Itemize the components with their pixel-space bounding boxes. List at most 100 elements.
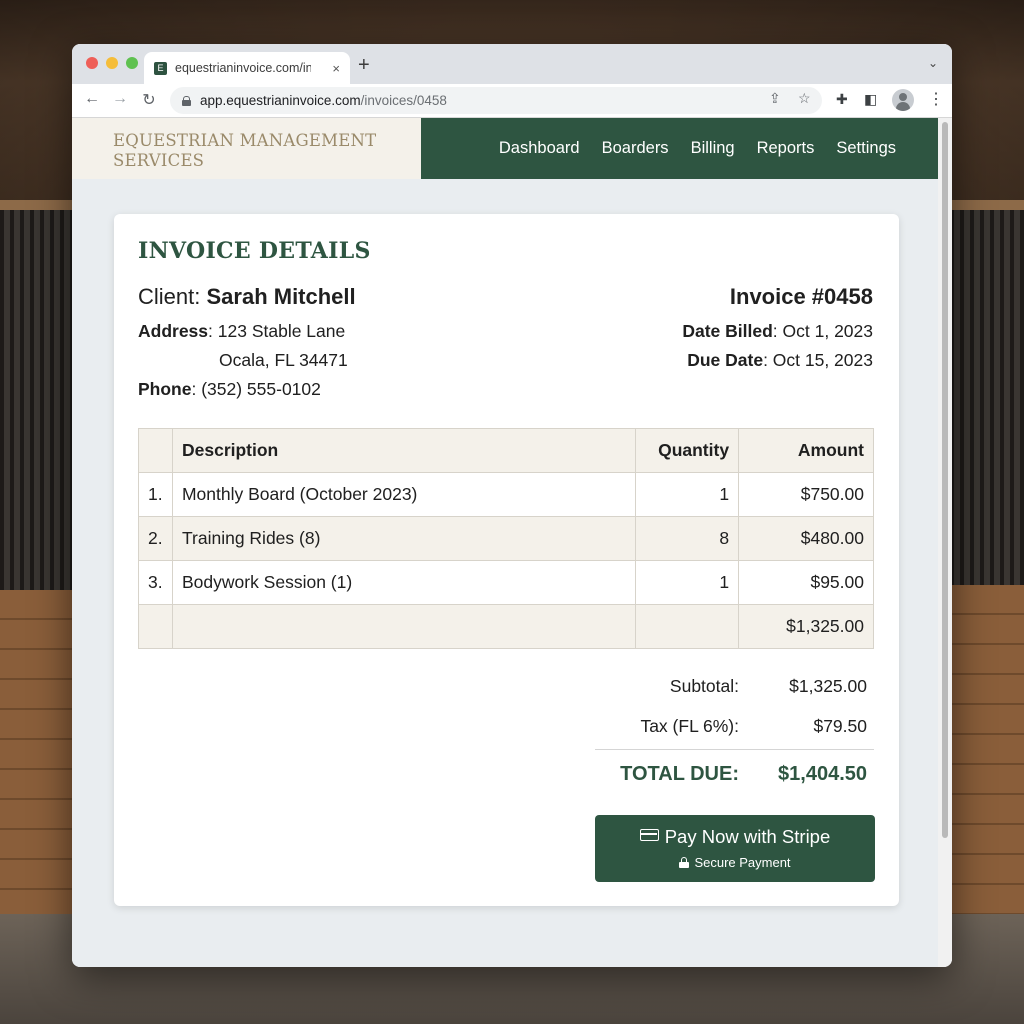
profile-avatar[interactable] bbox=[892, 89, 914, 111]
row-description: Bodywork Session (1) bbox=[171, 560, 637, 605]
secure-payment-label: Secure Payment bbox=[694, 855, 791, 870]
tax-value: $79.50 bbox=[813, 716, 867, 736]
nav-settings[interactable]: Settings bbox=[836, 139, 896, 158]
client-line: Client: Sarah Mitchell bbox=[138, 284, 356, 310]
row-index: 1. bbox=[138, 472, 173, 517]
page-title: INVOICE DETAILS bbox=[138, 238, 371, 264]
side-panel-icon[interactable]: ◧ bbox=[864, 91, 877, 108]
browser-window: E equestrianinvoice.com/invc × + ⌄ ← → ↻… bbox=[72, 44, 952, 967]
due-date-line: Due Date: Oct 15, 2023 bbox=[687, 350, 873, 371]
phone-label: Phone bbox=[138, 379, 192, 399]
address-line-2: Ocala, FL 34471 bbox=[219, 350, 348, 370]
site-header: EQUESTRIAN MANAGEMENT SERVICES Dashboard… bbox=[72, 118, 938, 179]
browser-tab[interactable]: E equestrianinvoice.com/invc × bbox=[144, 52, 350, 84]
forward-arrow-icon[interactable]: → bbox=[110, 90, 130, 108]
phone-value: : (352) 555-0102 bbox=[191, 379, 321, 399]
footer-total: $1,325.00 bbox=[738, 604, 874, 649]
extensions-puzzle-icon[interactable]: ✚ bbox=[836, 91, 848, 108]
row-quantity: 1 bbox=[635, 472, 740, 517]
table-row: 3. Bodywork Session (1) 1 $95.00 bbox=[138, 560, 874, 605]
header-index bbox=[138, 428, 173, 473]
subtotal-value: $1,325.00 bbox=[789, 676, 867, 696]
back-arrow-icon[interactable]: ← bbox=[82, 90, 102, 108]
client-label: Client: bbox=[138, 284, 201, 309]
footer-empty-cell bbox=[635, 604, 740, 649]
url-path: /invoices/0458 bbox=[360, 93, 447, 108]
address-line-1: Address: 123 Stable Lane bbox=[138, 321, 345, 342]
credit-card-icon bbox=[639, 829, 659, 841]
header-description: Description bbox=[171, 428, 637, 473]
table-header-row: Description Quantity Amount bbox=[138, 428, 874, 473]
total-due-value: $1,404.50 bbox=[778, 763, 867, 785]
table-footer-row: $1,325.00 bbox=[138, 604, 874, 649]
brand-line-1: EQUESTRIAN MANAGEMENT bbox=[113, 131, 377, 150]
row-index: 3. bbox=[138, 560, 173, 605]
address-label: Address bbox=[138, 321, 209, 341]
lock-icon bbox=[182, 95, 191, 106]
url-text: app.equestrianinvoice.com/invoices/0458 bbox=[200, 93, 447, 108]
table-row: 1. Monthly Board (October 2023) 1 $750.0… bbox=[138, 472, 874, 517]
maximize-window-button[interactable] bbox=[126, 57, 138, 69]
pay-now-button[interactable]: Pay Now with Stripe Secure Payment bbox=[595, 815, 875, 882]
pay-now-label: Pay Now with Stripe bbox=[664, 826, 831, 847]
browser-menu-icon[interactable]: ⋮ bbox=[928, 89, 944, 109]
tab-close-icon[interactable]: × bbox=[332, 61, 340, 76]
phone-line: Phone: (352) 555-0102 bbox=[138, 379, 321, 400]
row-index: 2. bbox=[138, 516, 173, 561]
total-due-label: TOTAL DUE: bbox=[620, 763, 739, 785]
tab-title: equestrianinvoice.com/invc bbox=[175, 61, 311, 75]
date-billed-value: : Oct 1, 2023 bbox=[772, 321, 873, 341]
page-content: EQUESTRIAN MANAGEMENT SERVICES Dashboard… bbox=[72, 118, 938, 967]
row-description: Monthly Board (October 2023) bbox=[171, 472, 637, 517]
page-scrollbar[interactable] bbox=[938, 118, 952, 967]
url-host: app.equestrianinvoice.com bbox=[200, 93, 361, 108]
row-amount: $480.00 bbox=[738, 516, 874, 561]
row-amount: $750.00 bbox=[738, 472, 874, 517]
nav-dashboard[interactable]: Dashboard bbox=[499, 139, 580, 158]
brand-line-2: SERVICES bbox=[113, 151, 205, 170]
date-billed-line: Date Billed: Oct 1, 2023 bbox=[682, 321, 873, 342]
address-bar: ← → ↻ app.equestrianinvoice.com/invoices… bbox=[72, 84, 952, 118]
row-description: Training Rides (8) bbox=[171, 516, 637, 561]
lock-icon bbox=[679, 857, 690, 868]
row-amount: $95.00 bbox=[738, 560, 874, 605]
secure-payment-row: Secure Payment bbox=[595, 855, 875, 870]
due-date-label: Due Date bbox=[687, 350, 764, 370]
nav-reports[interactable]: Reports bbox=[757, 139, 815, 158]
close-window-button[interactable] bbox=[86, 57, 98, 69]
header-amount: Amount bbox=[738, 428, 874, 473]
url-input[interactable]: app.equestrianinvoice.com/invoices/0458 bbox=[170, 87, 822, 114]
address-value: : 123 Stable Lane bbox=[208, 321, 346, 341]
client-name: Sarah Mitchell bbox=[206, 284, 356, 309]
share-icon[interactable]: ⇪ bbox=[769, 90, 781, 107]
line-items-table: Description Quantity Amount 1. Monthly B… bbox=[138, 428, 874, 649]
table-row: 2. Training Rides (8) 8 $480.00 bbox=[138, 516, 874, 561]
tax-label: Tax (FL 6%): bbox=[640, 716, 739, 736]
footer-empty-cell bbox=[171, 604, 637, 649]
invoice-card: INVOICE DETAILS Client: Sarah Mitchell A… bbox=[114, 214, 899, 906]
new-tab-button[interactable]: + bbox=[358, 54, 370, 77]
due-date-value: : Oct 15, 2023 bbox=[763, 350, 873, 370]
date-billed-label: Date Billed bbox=[682, 321, 773, 341]
background-stall-door-right bbox=[950, 585, 1024, 920]
tab-bar: E equestrianinvoice.com/invc × + ⌄ bbox=[72, 44, 952, 84]
scrollbar-thumb[interactable] bbox=[942, 122, 948, 838]
bookmark-star-icon[interactable]: ☆ bbox=[798, 90, 811, 107]
window-controls bbox=[86, 57, 138, 69]
subtotal-label: Subtotal: bbox=[669, 676, 739, 696]
brand-logo[interactable]: EQUESTRIAN MANAGEMENT SERVICES bbox=[72, 118, 421, 179]
invoice-number: Invoice #0458 bbox=[729, 284, 873, 309]
main-nav: Dashboard Boarders Billing Reports Setti… bbox=[421, 118, 938, 179]
summary-divider bbox=[595, 749, 874, 750]
row-quantity: 1 bbox=[635, 560, 740, 605]
background-stall-door-left bbox=[0, 590, 74, 920]
nav-boarders[interactable]: Boarders bbox=[602, 139, 669, 158]
tab-search-chevron-icon[interactable]: ⌄ bbox=[928, 56, 938, 70]
minimize-window-button[interactable] bbox=[106, 57, 118, 69]
header-quantity: Quantity bbox=[635, 428, 740, 473]
footer-empty-cell bbox=[138, 604, 173, 649]
nav-billing[interactable]: Billing bbox=[691, 139, 735, 158]
row-quantity: 8 bbox=[635, 516, 740, 561]
reload-icon[interactable]: ↻ bbox=[139, 90, 159, 110]
favicon-icon: E bbox=[154, 61, 167, 75]
